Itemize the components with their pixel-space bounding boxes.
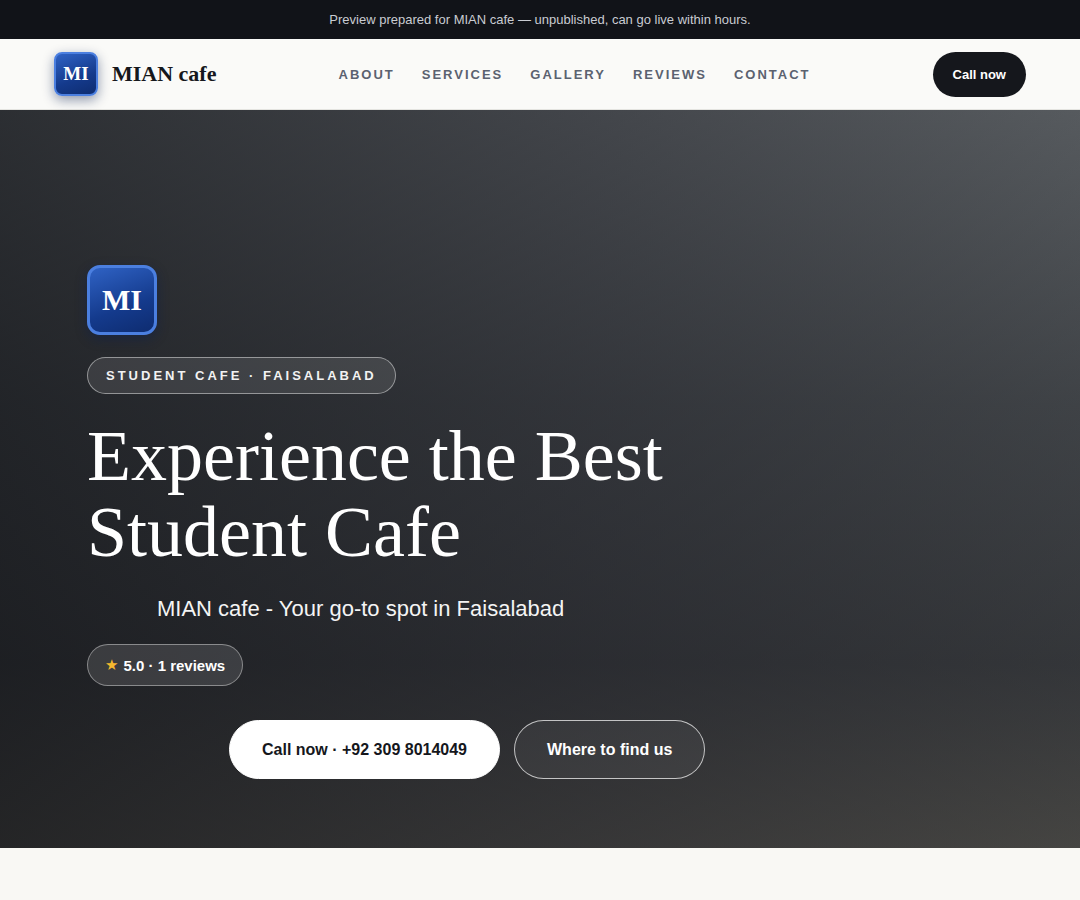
site-header: MI MIAN cafe ABOUT SERVICES GALLERY REVIEWS CO…	[0, 39, 1080, 110]
star-icon: ★	[105, 656, 118, 674]
call-button[interactable]: Call now · +92 309 8014049	[229, 720, 500, 779]
brand-name[interactable]: MIAN cafe	[112, 61, 216, 87]
hero-subtitle: MIAN cafe - Your go-to spot in Faisalaba…	[157, 596, 564, 622]
page: Preview prepared for MIAN cafe — unpubli…	[0, 0, 1080, 900]
main-nav: ABOUT SERVICES GALLERY REVIEWS CONTACT	[339, 67, 811, 82]
nav-link[interactable]: ABOUT	[339, 67, 395, 82]
nav-link[interactable]: SERVICES	[422, 67, 504, 82]
rating-text: 5.0 · 1 reviews	[123, 657, 225, 674]
nav-link[interactable]: GALLERY	[530, 67, 606, 82]
call-now-button[interactable]: Call now	[933, 52, 1026, 97]
brand[interactable]: MI MIAN cafe	[54, 52, 216, 96]
preview-banner: Preview prepared for MIAN cafe — unpubli…	[0, 0, 1080, 39]
hero-logo: MI	[87, 265, 157, 335]
hero-buttons: Call now · +92 309 8014049Where to find …	[229, 720, 705, 779]
hero-logo-wrap: MI	[87, 265, 157, 335]
hero-title-line: Experience the Best	[87, 418, 663, 494]
page-body	[0, 848, 1080, 900]
rating-badge: ★ 5.0 · 1 reviews	[87, 644, 243, 686]
directions-button[interactable]: Where to find us	[514, 720, 705, 779]
hero-title-line: Student Cafe	[87, 494, 663, 570]
hero-photo: MI STUDENT CAFE · FAISALABAD Experience th…	[0, 110, 1080, 848]
hero-title: Experience the BestStudent Cafe	[87, 418, 663, 570]
brand-logo[interactable]: MI	[54, 52, 98, 96]
nav-link[interactable]: REVIEWS	[633, 67, 707, 82]
nav-link[interactable]: CONTACT	[734, 67, 811, 82]
category-badge: STUDENT CAFE · FAISALABAD	[87, 357, 396, 394]
